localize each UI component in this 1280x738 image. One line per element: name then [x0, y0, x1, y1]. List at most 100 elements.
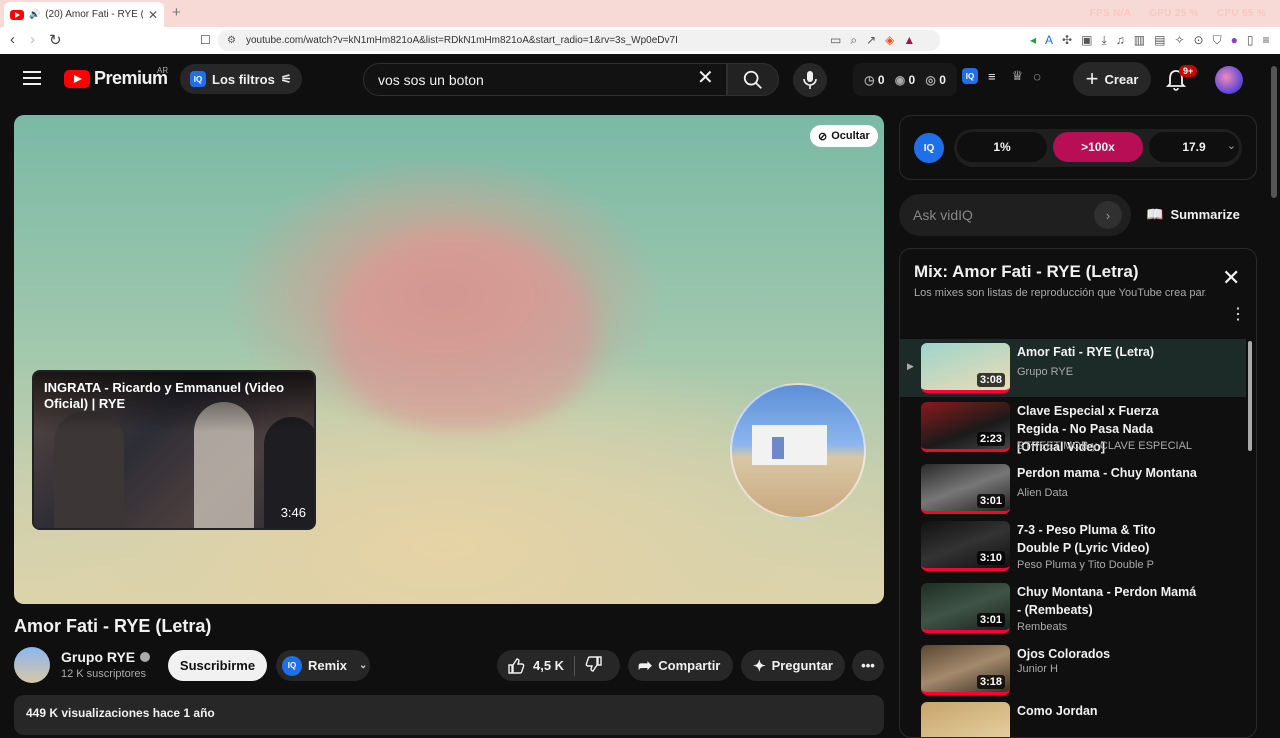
hide-endscreen-button[interactable]: ⊘ Ocultar: [810, 125, 878, 147]
filters-chip[interactable]: IQ Los filtros ⚟: [180, 64, 302, 94]
wallet-icon[interactable]: ▤: [1154, 33, 1165, 48]
chevron-down-icon[interactable]: ⌄: [1227, 139, 1236, 152]
alert-icon[interactable]: ▲: [903, 33, 915, 48]
score-engagement[interactable]: 1%: [957, 132, 1047, 162]
dislike-button[interactable]: [585, 655, 603, 676]
ask-button[interactable]: ✦ Preguntar: [741, 650, 845, 681]
translate-icon[interactable]: A: [1045, 33, 1053, 48]
eye-outline-icon: ◎: [925, 72, 936, 87]
playlist-subtitle: Los mixes son listas de reproducción que…: [914, 287, 1206, 299]
page-scrollbar[interactable]: [1271, 66, 1277, 198]
playlist-item[interactable]: 3:01 Perdon mama - Chuy Montana Alien Da…: [900, 460, 1246, 518]
subscribe-button[interactable]: Suscribirme: [168, 650, 267, 681]
vidiq-icon[interactable]: IQ: [962, 68, 978, 84]
playlist-thumbnail: 3:18: [921, 645, 1010, 695]
extension-green-icon[interactable]: ◂: [1030, 33, 1036, 48]
duration: 3:01: [976, 613, 1005, 627]
browser-tab[interactable]: 🔊 (20) Amor Fati - RYE (Letra) - ✕: [4, 2, 164, 27]
reload-icon[interactable]: ↻: [49, 31, 62, 49]
speaker-icon[interactable]: 🔊: [29, 9, 40, 20]
playlist-scrollbar[interactable]: [1248, 341, 1252, 451]
new-tab-button[interactable]: +: [172, 4, 181, 21]
share-button[interactable]: ➦ Compartir: [628, 650, 733, 681]
score-outlier[interactable]: >100x: [1053, 132, 1143, 162]
account-avatar[interactable]: [1215, 66, 1243, 94]
ask-send-button[interactable]: ›: [1094, 201, 1122, 229]
vidiq-logo[interactable]: IQ: [914, 133, 944, 163]
site-info-icon[interactable]: ⚙: [227, 35, 236, 46]
like-button[interactable]: 4,5 K: [497, 657, 564, 675]
music-icon[interactable]: ♫: [1116, 33, 1125, 48]
duration: 3:10: [976, 551, 1005, 565]
profile-ext-icon[interactable]: ●: [1231, 33, 1238, 48]
sparkle-icon[interactable]: ✧: [1174, 33, 1184, 48]
playlist-item[interactable]: Como Jordan: [900, 698, 1246, 737]
chevron-down-icon: ⌄: [359, 660, 368, 671]
ask-label: Preguntar: [771, 658, 833, 673]
shield-icon[interactable]: ⛉: [1213, 33, 1222, 48]
sparkle-icon: ✦: [753, 657, 766, 675]
more-actions-button[interactable]: •••: [852, 650, 884, 681]
playlist-item[interactable]: 3:18 Ojos Colorados Junior H: [900, 641, 1246, 699]
video-player[interactable]: ⊘ Ocultar INGRATA - Ricardo y Emmanuel (…: [14, 115, 884, 604]
clock-icon: ◷: [864, 72, 875, 87]
search-value: vos sos un boton: [378, 72, 484, 88]
clear-search-icon[interactable]: ✕: [697, 68, 714, 88]
playlist-item[interactable]: 2:23 Clave Especial x Fuerza Regida - No…: [900, 398, 1246, 456]
create-button[interactable]: + Crear: [1073, 62, 1151, 96]
library-icon[interactable]: ▥: [1134, 33, 1145, 48]
sliders-icon: ⚟: [280, 72, 292, 86]
vpn-icon[interactable]: ⊙: [1194, 33, 1204, 48]
kebab-menu-icon[interactable]: ⋮: [1230, 307, 1246, 323]
search-button[interactable]: [727, 63, 779, 96]
youtube-logo-icon: [64, 69, 90, 88]
trophy-icon[interactable]: ♕: [1012, 68, 1024, 84]
hamburger-menu-icon[interactable]: [23, 71, 41, 85]
zoom-icon[interactable]: ⌕: [850, 33, 857, 48]
playlist-item[interactable]: 3:01 Chuy Montana - Perdon Mamá - (Rembe…: [900, 579, 1246, 637]
bookmark-icon[interactable]: ☐: [200, 33, 211, 47]
channel-thumbnail-door: [772, 437, 784, 459]
list-icon[interactable]: ≡: [988, 69, 996, 84]
screenshot-icon[interactable]: ▣: [1081, 33, 1092, 48]
forward-icon[interactable]: ›: [30, 31, 35, 48]
playlist-thumbnail: 3:01: [921, 583, 1010, 633]
playlist-item[interactable]: 3:10 7-3 - Peso Pluma & Tito Double P (L…: [900, 517, 1246, 575]
youtube-premium-logo[interactable]: Premium AR: [64, 66, 168, 89]
channel-avatar[interactable]: [14, 647, 50, 683]
endscreen-video-card[interactable]: INGRATA - Ricardo y Emmanuel (Video Ofic…: [32, 370, 316, 530]
hide-label: Ocultar: [831, 130, 870, 142]
summarize-label: Summarize: [1170, 207, 1240, 222]
playlist-item-title: Como Jordan: [1017, 704, 1098, 718]
youtube-header: Premium AR IQ Los filtros ⚟ vos sos un b…: [0, 54, 1280, 104]
mix-playlist-panel: Mix: Amor Fati - RYE (Letra) Los mixes s…: [899, 248, 1257, 738]
description-box[interactable]: 449 K visualizaciones hace 1 año: [14, 695, 884, 735]
close-tab-icon[interactable]: ✕: [148, 8, 158, 22]
endscreen-channel-element[interactable]: [730, 383, 866, 519]
remix-button[interactable]: IQ Remix ⌄: [276, 650, 370, 681]
vidiq-counters[interactable]: ◷ 0 ◉ 0 ◎ 0: [853, 63, 957, 96]
score-vph[interactable]: 17.9: [1149, 132, 1239, 162]
thumbs-up-icon: [508, 657, 525, 674]
search-input[interactable]: vos sos un boton: [363, 63, 727, 96]
download-icon[interactable]: ⤓: [1101, 33, 1106, 48]
vidiq-remix-icon: IQ: [282, 655, 302, 676]
sidebar-icon[interactable]: ▯: [1247, 33, 1254, 48]
voice-search-button[interactable]: [793, 63, 827, 97]
search-icon: [743, 70, 762, 89]
views-counter: ◉ 0: [895, 73, 916, 87]
channel-name[interactable]: Grupo RYE: [61, 649, 151, 665]
back-icon[interactable]: ‹: [10, 31, 15, 48]
chat-icon[interactable]: ◌: [1033, 69, 1041, 84]
cast-icon[interactable]: ▭: [830, 33, 841, 48]
close-icon[interactable]: ✕: [1222, 267, 1240, 289]
brave-shield-icon[interactable]: ◈: [885, 33, 894, 48]
system-stats: FPS N/A GPU 25 % CPU 65 %: [1090, 8, 1266, 19]
puzzle-icon[interactable]: ✣: [1062, 33, 1072, 48]
playlist-title: Mix: Amor Fati - RYE (Letra): [914, 262, 1139, 281]
endcard-title: INGRATA - Ricardo y Emmanuel (Video Ofic…: [44, 380, 285, 411]
summarize-button[interactable]: 📖 Summarize: [1146, 206, 1240, 223]
share-page-icon[interactable]: ↗: [866, 33, 876, 48]
playlist-item[interactable]: ▶ 3:08 Amor Fati - RYE (Letra) Grupo RYE: [900, 339, 1246, 397]
menu-dots-icon[interactable]: ≡: [1262, 33, 1269, 48]
